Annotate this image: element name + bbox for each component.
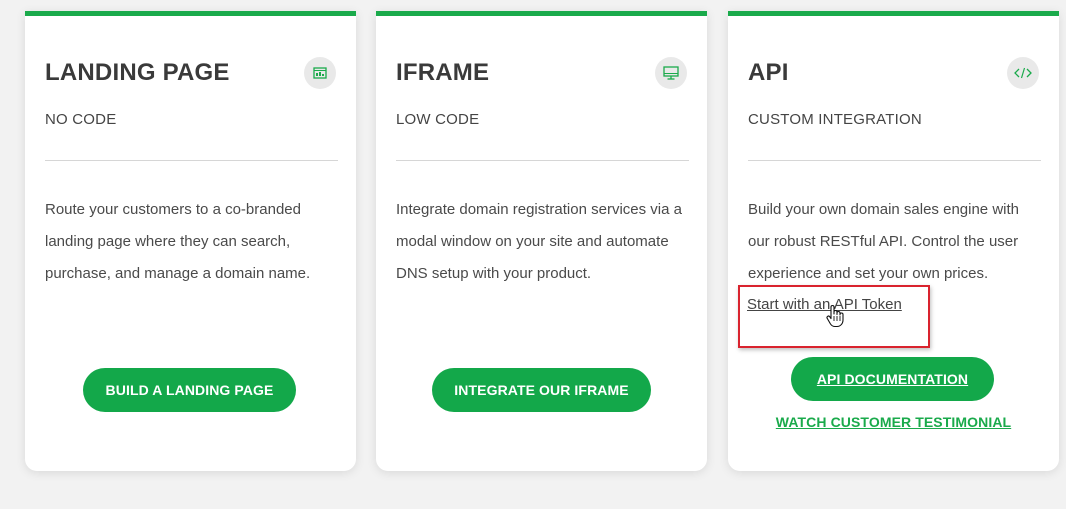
button-label: BUILD A LANDING PAGE [105, 382, 274, 398]
card-title: LANDING PAGE [45, 59, 230, 86]
iframe-card: IFRAME LOW CODE Integrate domain registr… [376, 11, 707, 471]
card-subtitle: CUSTOM INTEGRATION [748, 111, 922, 128]
divider [396, 160, 689, 161]
divider [748, 160, 1041, 161]
card-subtitle: LOW CODE [396, 111, 480, 128]
card-description: Route your customers to a co-branded lan… [45, 201, 311, 282]
watch-testimonial-link[interactable]: WATCH CUSTOMER TESTIMONIAL [728, 414, 1059, 430]
card-description: Build your own domain sales engine with … [748, 201, 1019, 282]
card-subtitle: NO CODE [45, 111, 117, 128]
card-description: Integrate domain registration services v… [396, 201, 682, 282]
button-label: INTEGRATE OUR IFRAME [454, 382, 629, 398]
card-title: API [748, 59, 789, 86]
integrate-iframe-button[interactable]: INTEGRATE OUR IFRAME [432, 368, 651, 412]
landing-page-icon [304, 57, 336, 89]
hand-cursor-icon [826, 304, 844, 333]
integration-options: LANDING PAGE NO CODE Route your customer… [0, 0, 1066, 509]
monitor-icon [655, 57, 687, 89]
button-label: API DOCUMENTATION [816, 371, 969, 387]
api-documentation-button[interactable]: API DOCUMENTATION [791, 357, 994, 401]
divider [45, 160, 338, 161]
card-title: IFRAME [396, 59, 490, 86]
build-landing-page-button[interactable]: BUILD A LANDING PAGE [83, 368, 296, 412]
landing-page-card: LANDING PAGE NO CODE Route your customer… [25, 11, 356, 471]
api-token-link[interactable]: Start with an API Token [747, 296, 902, 313]
api-card: API CUSTOM INTEGRATION Build your own do… [728, 11, 1059, 471]
code-icon [1007, 57, 1039, 89]
